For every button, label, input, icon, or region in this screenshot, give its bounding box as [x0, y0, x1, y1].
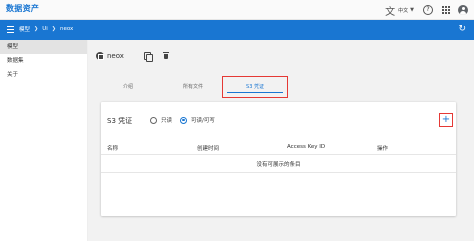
breadcrumb: 模型 ❯ Ui ❯ neox: [19, 25, 73, 33]
app-title[interactable]: 数据资产: [6, 3, 39, 14]
card-title: S3 凭证: [107, 117, 133, 125]
divider: [101, 172, 456, 173]
translate-icon[interactable]: 文: [385, 3, 395, 18]
object-header: neox: [96, 52, 169, 62]
breadcrumb-item-models[interactable]: 模型: [19, 25, 30, 33]
chevron-right-icon: ❯: [51, 26, 56, 32]
radio-label: 可读/可写: [191, 118, 215, 124]
refresh-icon[interactable]: ↻: [458, 24, 466, 34]
sidebar-item-models[interactable]: 模型: [0, 40, 87, 54]
breadcrumb-item-owner[interactable]: Ui: [42, 26, 48, 32]
delete-icon[interactable]: [162, 52, 169, 60]
sidebar: 模型 数据集 关于: [0, 40, 88, 241]
tab-s3-credentials[interactable]: S3 凭证: [222, 76, 288, 98]
s3-credentials-card: S3 凭证 只读 可读/可写 + 名称 创建时间 Access Key ID 操…: [101, 102, 456, 216]
tab-bar: 介绍 所有文件 S3 凭证: [88, 76, 474, 98]
object-name: neox: [107, 52, 124, 60]
column-header-created: 创建时间: [197, 146, 220, 152]
radio-label: 只读: [161, 118, 173, 124]
apps-grid-icon[interactable]: [442, 6, 450, 14]
tab-s3-credentials-label: S3 凭证: [246, 84, 264, 90]
active-tab-indicator: [227, 91, 283, 93]
language-selector[interactable]: 中文: [398, 7, 408, 14]
chevron-right-icon: ❯: [34, 26, 39, 32]
tab-all-files[interactable]: 所有文件: [182, 83, 204, 90]
radio-read-write[interactable]: 可读/可写: [180, 116, 215, 124]
copy-icon[interactable]: [143, 52, 153, 62]
column-header-name: 名称: [107, 146, 119, 152]
empty-state-message: 没有可展示的条目: [256, 162, 301, 168]
help-icon[interactable]: ?: [423, 5, 433, 15]
model-icon: [96, 52, 104, 60]
top-actions: 文 中文 ▼ ?: [385, 3, 468, 18]
sidebar-item-about[interactable]: 关于: [0, 68, 87, 82]
main-content: neox 介绍 所有文件 S3 凭证 S3 凭证 只读 可读/可写 + 名称 创…: [88, 40, 474, 241]
menu-icon[interactable]: [7, 26, 14, 34]
chevron-down-icon[interactable]: ▼: [410, 7, 414, 13]
tab-introduction[interactable]: 介绍: [122, 83, 134, 90]
add-credential-button[interactable]: +: [439, 113, 453, 127]
breadcrumb-bar: 模型 ❯ Ui ❯ neox ↻: [0, 20, 474, 40]
top-app-bar: 数据资产 文 中文 ▼ ?: [0, 0, 474, 20]
account-avatar-icon[interactable]: [458, 5, 468, 15]
radio-read-only[interactable]: 只读: [150, 116, 172, 124]
sidebar-item-datasets[interactable]: 数据集: [0, 54, 87, 68]
column-header-actions: 操作: [377, 146, 389, 152]
breadcrumb-item-current: neox: [59, 26, 74, 32]
radio-unchecked-icon[interactable]: [150, 116, 157, 124]
radio-checked-icon[interactable]: [180, 116, 187, 124]
column-header-access-key: Access Key ID: [287, 144, 326, 150]
divider: [101, 154, 456, 155]
